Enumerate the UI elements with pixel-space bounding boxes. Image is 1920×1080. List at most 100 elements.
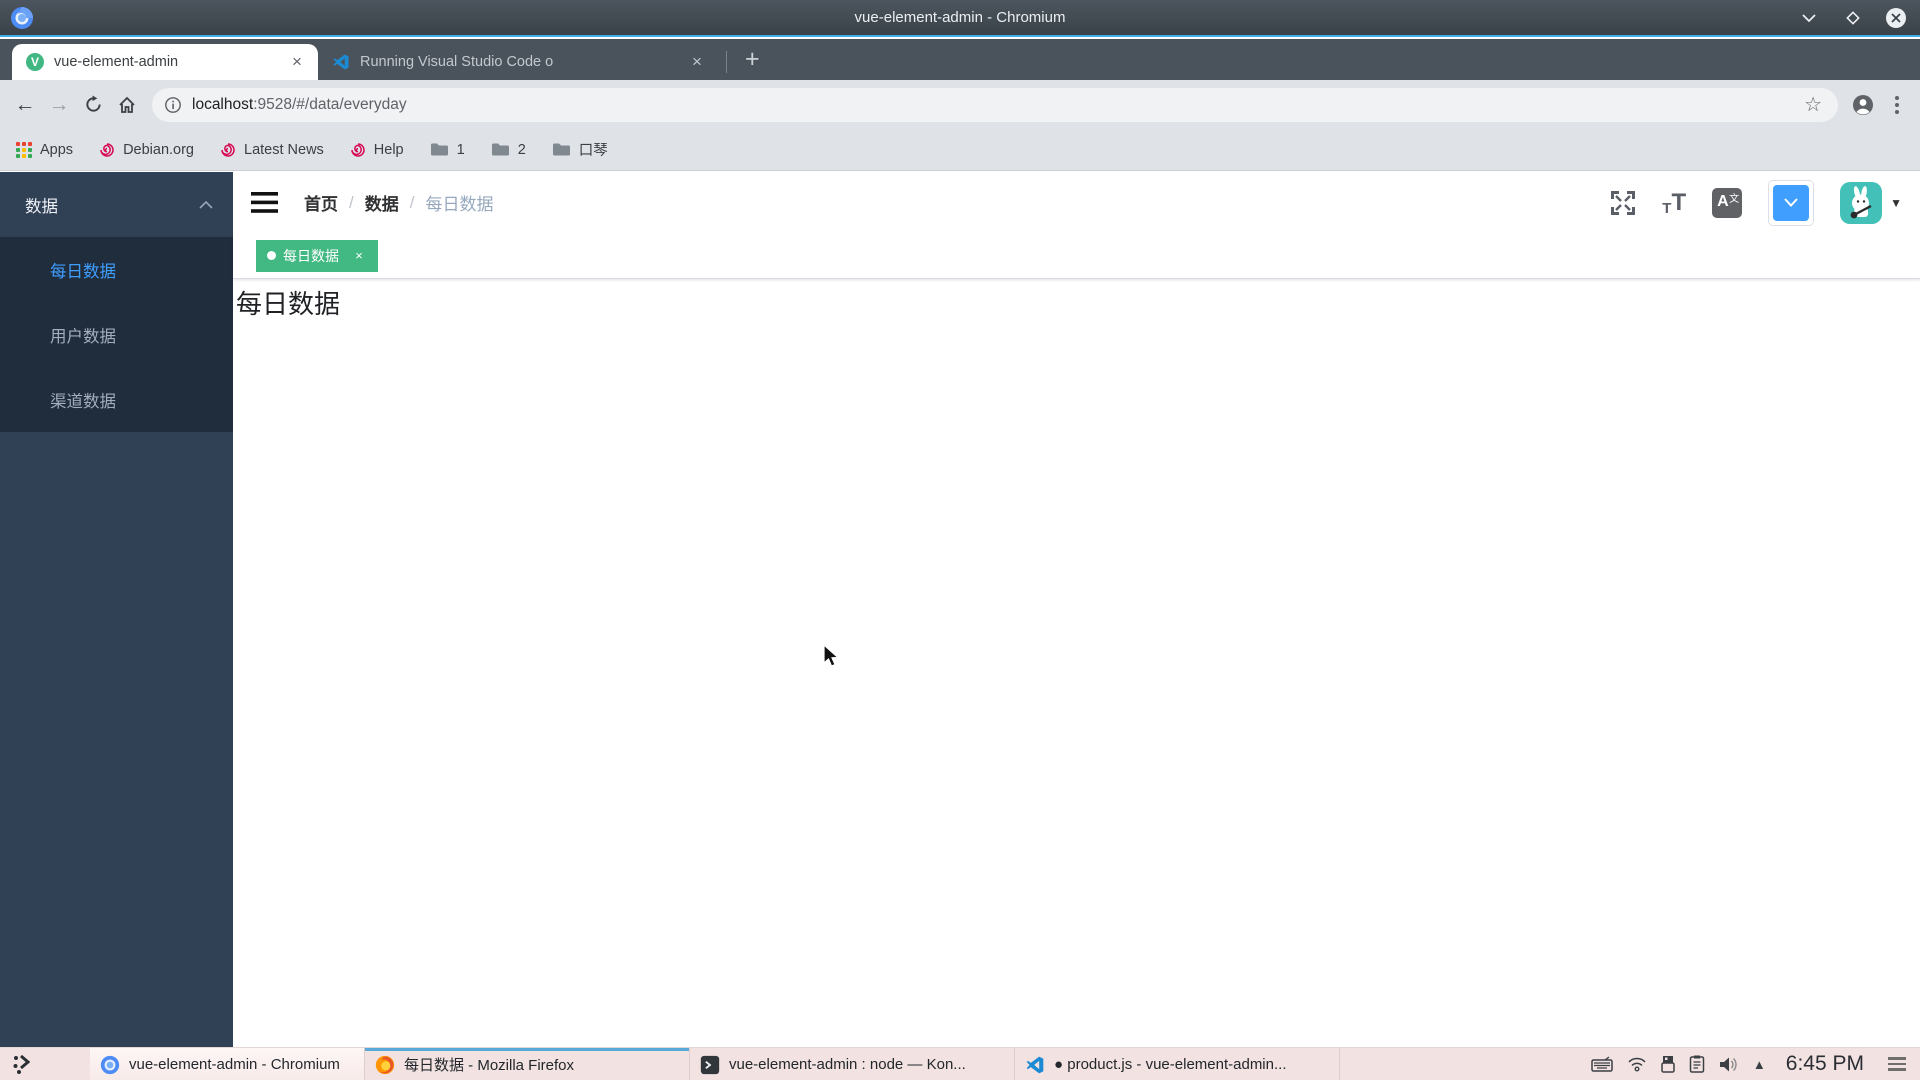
url-text[interactable]: localhost:9528/#/data/everyday bbox=[192, 96, 1800, 114]
chevron-up-icon bbox=[199, 200, 213, 209]
tab-strip: V vue-element-admin × Running Visual Stu… bbox=[0, 39, 1920, 80]
vscode-icon bbox=[1026, 1056, 1044, 1073]
clock[interactable]: 6:45 PM bbox=[1786, 1052, 1864, 1076]
tab-vue-element-admin[interactable]: V vue-element-admin × bbox=[12, 44, 318, 80]
window-titlebar: vue-element-admin - Chromium bbox=[0, 0, 1920, 37]
main-panel: 首页 / 数据 / 每日数据 TT A 文 ▼ 每日数据 × 每日数据 bbox=[233, 172, 1920, 1047]
vscode-favicon-icon bbox=[333, 54, 349, 70]
breadcrumb-data[interactable]: 数据 bbox=[365, 190, 399, 215]
bookmark-folder-2[interactable]: 2 bbox=[491, 142, 526, 158]
folder-icon bbox=[430, 143, 448, 156]
minimize-button[interactable] bbox=[1798, 7, 1820, 29]
back-button[interactable]: ← bbox=[8, 88, 42, 122]
bookmark-folder-1[interactable]: 1 bbox=[430, 142, 465, 158]
bookmark-latest-news[interactable]: Latest News bbox=[220, 142, 324, 158]
chromium-icon bbox=[100, 1055, 120, 1074]
hamburger-icon[interactable] bbox=[233, 192, 296, 213]
bookmark-label: Latest News bbox=[244, 141, 324, 158]
language-switch-icon[interactable]: A 文 bbox=[1712, 187, 1743, 218]
bookmark-label: 2 bbox=[517, 141, 526, 158]
task-title: ● product.js - vue-element-admin... bbox=[1054, 1056, 1287, 1073]
task-firefox[interactable]: 每日数据 - Mozilla Firefox bbox=[365, 1048, 690, 1080]
profile-button[interactable] bbox=[1846, 88, 1880, 122]
sidebar: 数据 每日数据 用户数据 渠道数据 bbox=[0, 172, 233, 1047]
breadcrumb-separator: / bbox=[349, 192, 354, 212]
tags-view-bar: 每日数据 × bbox=[233, 233, 1920, 279]
sidebar-item-everyday-data[interactable]: 每日数据 bbox=[0, 237, 233, 302]
bookmark-label: Help bbox=[373, 141, 404, 158]
task-konsole[interactable]: vue-element-admin : node — Kon... bbox=[690, 1048, 1015, 1080]
debian-icon bbox=[351, 142, 365, 157]
new-tab-button[interactable]: + bbox=[735, 47, 770, 72]
breadcrumb-home[interactable]: 首页 bbox=[304, 190, 338, 215]
task-title: vue-element-admin - Chromium bbox=[129, 1056, 340, 1073]
sidebar-menu-data[interactable]: 数据 bbox=[0, 172, 233, 237]
tag-close-icon[interactable]: × bbox=[351, 248, 367, 264]
window-title: vue-element-admin - Chromium bbox=[854, 9, 1066, 26]
tab-title: Running Visual Studio Code o bbox=[360, 54, 554, 70]
sidebar-item-label: 每日数据 bbox=[50, 262, 116, 281]
avatar bbox=[1840, 181, 1883, 224]
bookmark-label: 1 bbox=[456, 141, 465, 158]
fullscreen-icon[interactable] bbox=[1610, 190, 1636, 216]
bookmark-folder-kouqin[interactable]: 口琴 bbox=[552, 139, 608, 160]
site-info-icon[interactable] bbox=[164, 96, 182, 114]
lang-a: A bbox=[1717, 192, 1729, 210]
url-path: :9528/#/data/everyday bbox=[253, 95, 407, 113]
sidebar-item-channel-data[interactable]: 渠道数据 bbox=[0, 367, 233, 432]
tab-close-icon[interactable]: × bbox=[686, 51, 708, 73]
desktop-taskbar: vue-element-admin - Chromium 每日数据 - Mozi… bbox=[0, 1047, 1920, 1080]
lang-x: 文 bbox=[1729, 193, 1740, 205]
debian-icon bbox=[100, 142, 114, 157]
usb-device-icon[interactable] bbox=[1661, 1055, 1675, 1073]
browser-menu-icon[interactable] bbox=[1880, 88, 1914, 122]
firefox-icon bbox=[375, 1055, 395, 1074]
text-size-icon[interactable]: TT bbox=[1662, 189, 1686, 217]
home-button[interactable] bbox=[110, 88, 144, 122]
page-title: 每日数据 bbox=[236, 289, 341, 319]
forward-button[interactable]: → bbox=[42, 88, 76, 122]
tag-active-dot bbox=[267, 251, 276, 260]
reload-button[interactable] bbox=[76, 88, 110, 122]
user-avatar-menu[interactable]: ▼ bbox=[1840, 181, 1902, 224]
small-t: T bbox=[1662, 199, 1672, 217]
task-chromium[interactable]: vue-element-admin - Chromium bbox=[90, 1048, 365, 1080]
system-tray: ▲ 6:45 PM bbox=[1591, 1052, 1920, 1076]
sidebar-item-label: 渠道数据 bbox=[50, 392, 116, 411]
volume-icon[interactable] bbox=[1719, 1056, 1739, 1073]
big-t: T bbox=[1671, 188, 1687, 216]
theme-dropdown[interactable] bbox=[1768, 179, 1815, 226]
bookmark-label: Debian.org bbox=[123, 141, 194, 158]
bookmark-debian[interactable]: Debian.org bbox=[99, 142, 194, 158]
clipboard-icon[interactable] bbox=[1689, 1055, 1705, 1073]
tray-expand-icon[interactable]: ▲ bbox=[1753, 1057, 1766, 1072]
caret-down-icon: ▼ bbox=[1890, 195, 1902, 210]
task-list: vue-element-admin - Chromium 每日数据 - Mozi… bbox=[90, 1048, 1340, 1080]
chevron-down-icon bbox=[1784, 198, 1798, 207]
sidebar-submenu: 每日数据 用户数据 渠道数据 bbox=[0, 237, 233, 432]
apps-grid-icon bbox=[16, 141, 32, 158]
panel-menu-icon[interactable] bbox=[1884, 1053, 1910, 1075]
bookmark-star-icon[interactable]: ☆ bbox=[1800, 92, 1826, 117]
folder-icon bbox=[491, 143, 509, 156]
bookmark-label: 口琴 bbox=[578, 143, 608, 159]
sidebar-item-user-data[interactable]: 用户数据 bbox=[0, 302, 233, 367]
tag-everyday-data[interactable]: 每日数据 × bbox=[256, 239, 378, 272]
close-button[interactable] bbox=[1886, 7, 1906, 28]
breadcrumb-separator: / bbox=[409, 192, 415, 212]
bookmark-apps[interactable]: Apps bbox=[16, 141, 73, 158]
mouse-cursor bbox=[823, 644, 840, 667]
panel-launcher-icon[interactable] bbox=[0, 1048, 46, 1080]
wifi-icon[interactable] bbox=[1627, 1056, 1647, 1072]
tab-vscode-docs[interactable]: Running Visual Studio Code o × bbox=[318, 44, 718, 80]
tab-close-icon[interactable]: × bbox=[286, 51, 308, 73]
task-vscode[interactable]: ● product.js - vue-element-admin... bbox=[1015, 1048, 1340, 1080]
bookmark-help[interactable]: Help bbox=[350, 142, 404, 158]
vue-admin-app: 数据 每日数据 用户数据 渠道数据 首页 / 数据 / 每日数据 T T A 文… bbox=[0, 172, 1920, 1047]
maximize-button[interactable] bbox=[1842, 7, 1864, 29]
theme-color-swatch bbox=[1773, 184, 1810, 221]
keyboard-icon[interactable] bbox=[1591, 1056, 1613, 1072]
address-bar[interactable]: localhost:9528/#/data/everyday ☆ bbox=[152, 87, 1838, 122]
bookmarks-bar: Apps Debian.org Latest News Help 1 2 口琴 bbox=[0, 129, 1920, 171]
page-content: 每日数据 bbox=[233, 279, 1920, 1047]
